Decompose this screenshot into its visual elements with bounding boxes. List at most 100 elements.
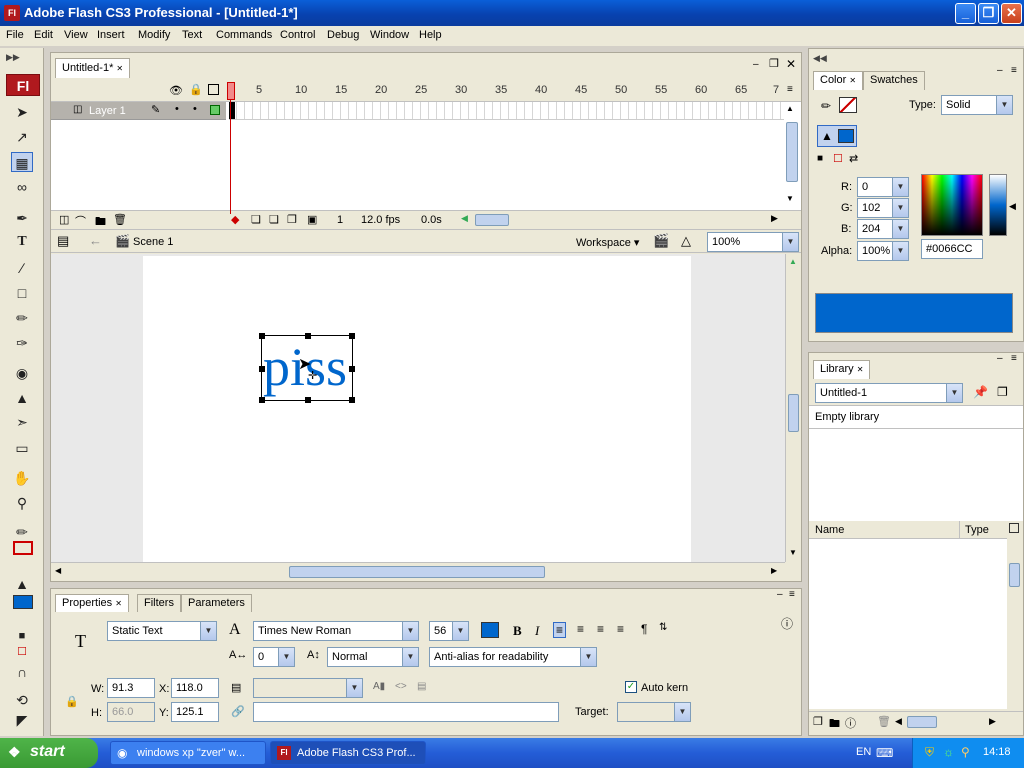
line-tool-icon[interactable]: ∕ — [11, 258, 33, 278]
pin-library-icon[interactable]: 📌 — [973, 385, 988, 399]
timeline-vscroll[interactable]: ▲ ▼ — [784, 102, 801, 210]
letter-spacing-field[interactable]: 0 ▼ — [253, 647, 295, 667]
stage-hscroll[interactable]: ◀ ▶ — [51, 562, 785, 581]
brightness-bar[interactable] — [989, 174, 1007, 236]
timeline-menu-icon[interactable]: ≡ — [787, 84, 793, 95]
onion-skin-icon[interactable]: ❏ — [251, 213, 261, 226]
fill-color-toggle[interactable]: ▲ — [817, 125, 857, 147]
tab-library[interactable]: Library ✕ — [813, 360, 871, 379]
panel-menu-icon[interactable]: ≡ — [789, 589, 795, 600]
stroke-color-swatch[interactable] — [839, 97, 857, 113]
outline-icon[interactable] — [208, 84, 219, 95]
timeline-hscroll-thumb[interactable] — [475, 214, 509, 226]
chevron-down-icon[interactable]: ▼ — [946, 384, 962, 402]
fill-color-icon[interactable]: ▲ — [11, 574, 33, 594]
lock-icon[interactable]: 🔒 — [65, 695, 79, 708]
transform-handle[interactable] — [305, 333, 311, 339]
selection-tool-icon[interactable]: ➤ — [11, 102, 33, 122]
anti-alias-select[interactable]: Anti-alias for readability ▼ — [429, 647, 597, 667]
keyboard-icon[interactable]: ⌨ — [876, 746, 893, 760]
column-name[interactable]: Name — [815, 524, 844, 536]
free-transform-tool-icon[interactable]: ▦ — [11, 152, 33, 172]
pencil-tool-icon[interactable]: ✏ — [11, 308, 33, 328]
chevron-down-icon[interactable]: ▼ — [782, 233, 798, 251]
panel-grip-icon[interactable]: ◀◀ — [813, 53, 827, 64]
playhead[interactable] — [227, 82, 235, 214]
clock[interactable]: 14:18 — [983, 746, 1011, 758]
menu-edit[interactable]: Edit — [34, 29, 53, 41]
properties-icon[interactable]: ⓘ — [845, 715, 856, 731]
stroke-color-swatch[interactable] — [13, 541, 33, 555]
menu-text[interactable]: Text — [182, 29, 202, 41]
panel-menu-icon[interactable]: ≡ — [1011, 353, 1017, 364]
chevron-down-icon[interactable]: ▼ — [278, 648, 294, 666]
chevron-down-icon[interactable]: ▼ — [892, 220, 908, 238]
lasso-tool-icon[interactable]: ∞ — [11, 177, 33, 197]
chevron-down-icon[interactable]: ▼ — [892, 178, 908, 196]
frames-row[interactable] — [229, 102, 784, 120]
italic-button[interactable]: I — [535, 623, 539, 639]
search-icon[interactable]: ⚲ — [961, 745, 970, 759]
help-icon[interactable]: ⓘ — [781, 615, 793, 632]
scroll-right-icon[interactable]: ▶ — [989, 716, 996, 727]
tab-properties[interactable]: Properties ✕ — [55, 594, 129, 612]
start-button[interactable]: ❖ start — [0, 738, 98, 768]
fill-color-swatch[interactable] — [13, 595, 33, 609]
alpha-field[interactable]: 100% ▼ — [857, 241, 909, 261]
y-field[interactable]: 125.1 — [171, 702, 219, 722]
layer-outline-color[interactable] — [210, 105, 220, 115]
close-button[interactable]: ✕ — [1001, 3, 1022, 24]
tab-parameters[interactable]: Parameters — [181, 594, 252, 612]
text-direction-icon[interactable]: ⇅ — [659, 622, 667, 633]
stroke-pencil-icon[interactable]: ✏ — [821, 99, 831, 113]
bold-button[interactable]: B — [513, 623, 522, 639]
paragraph-icon[interactable]: ¶ — [641, 622, 647, 636]
zoom-select[interactable]: 100% ▼ — [707, 232, 799, 252]
scroll-left-icon[interactable]: ◀ — [55, 566, 61, 575]
justify-icon[interactable]: ≡ — [617, 622, 624, 636]
zoom-tool-icon[interactable]: ⚲ — [11, 493, 33, 513]
library-vscroll-thumb[interactable] — [1009, 563, 1020, 587]
doc-close-icon[interactable]: ✕ — [786, 57, 796, 71]
tab-filters[interactable]: Filters — [137, 594, 181, 612]
html-icon[interactable]: <> — [395, 681, 407, 692]
brightness-slider-icon[interactable]: ◀ — [1009, 201, 1016, 212]
doc-restore-icon[interactable]: ❐ — [769, 57, 779, 70]
smooth-icon[interactable]: ⟲ — [11, 690, 33, 710]
menu-help[interactable]: Help — [419, 29, 442, 41]
language-indicator[interactable]: EN — [856, 746, 871, 758]
restore-button[interactable]: ❐ — [978, 3, 999, 24]
stage-vscroll-thumb[interactable] — [788, 394, 799, 432]
chevron-down-icon[interactable]: ▼ — [580, 648, 596, 666]
eyedropper-tool-icon[interactable]: ➣ — [11, 412, 33, 432]
hex-field[interactable]: #0066CC — [921, 239, 983, 259]
stage[interactable]: piss ➤ ✛ — [143, 256, 691, 562]
edit-multiple-frames-icon[interactable]: ❐ — [287, 213, 297, 226]
chevron-down-icon[interactable]: ▼ — [892, 199, 908, 217]
library-document-select[interactable]: Untitled-1 ▼ — [815, 383, 963, 403]
hand-tool-icon[interactable]: ✋ — [11, 468, 33, 488]
lock-icon[interactable]: 🔒 — [189, 83, 203, 96]
delete-icon[interactable]: 🗑 — [877, 715, 891, 728]
stage-vscroll[interactable]: ▲ ▼ — [785, 254, 801, 562]
security-shield-icon[interactable]: ⛨ — [925, 745, 934, 760]
chevron-down-icon[interactable]: ▼ — [402, 622, 418, 640]
no-color-icon[interactable]: ☐ — [833, 152, 843, 165]
lock-dot-icon[interactable]: • — [193, 103, 197, 115]
close-icon[interactable]: ✕ — [115, 599, 122, 608]
snap-to-objects-icon[interactable]: ∩ — [11, 662, 33, 682]
panel-menu-icon[interactable]: ≡ — [1011, 65, 1017, 76]
close-icon[interactable]: ✕ — [849, 76, 856, 85]
workspace-menu[interactable]: Workspace ▾ — [576, 236, 639, 249]
selectable-icon[interactable]: A▮ — [373, 681, 385, 692]
straighten-icon[interactable]: ◤ — [11, 710, 33, 730]
char-position-select[interactable]: Normal ▼ — [327, 647, 419, 667]
width-field[interactable]: 91.3 — [107, 678, 155, 698]
center-frame-icon[interactable]: ◆ — [231, 213, 239, 226]
onion-outlines-icon[interactable]: ❏ — [269, 213, 279, 226]
scroll-down-icon[interactable]: ▼ — [786, 194, 794, 203]
font-select[interactable]: Times New Roman ▼ — [253, 621, 419, 641]
wide-view-icon[interactable] — [1009, 523, 1019, 533]
transform-handle[interactable] — [259, 333, 265, 339]
frame-rate[interactable]: 12.0 fps — [361, 214, 400, 226]
